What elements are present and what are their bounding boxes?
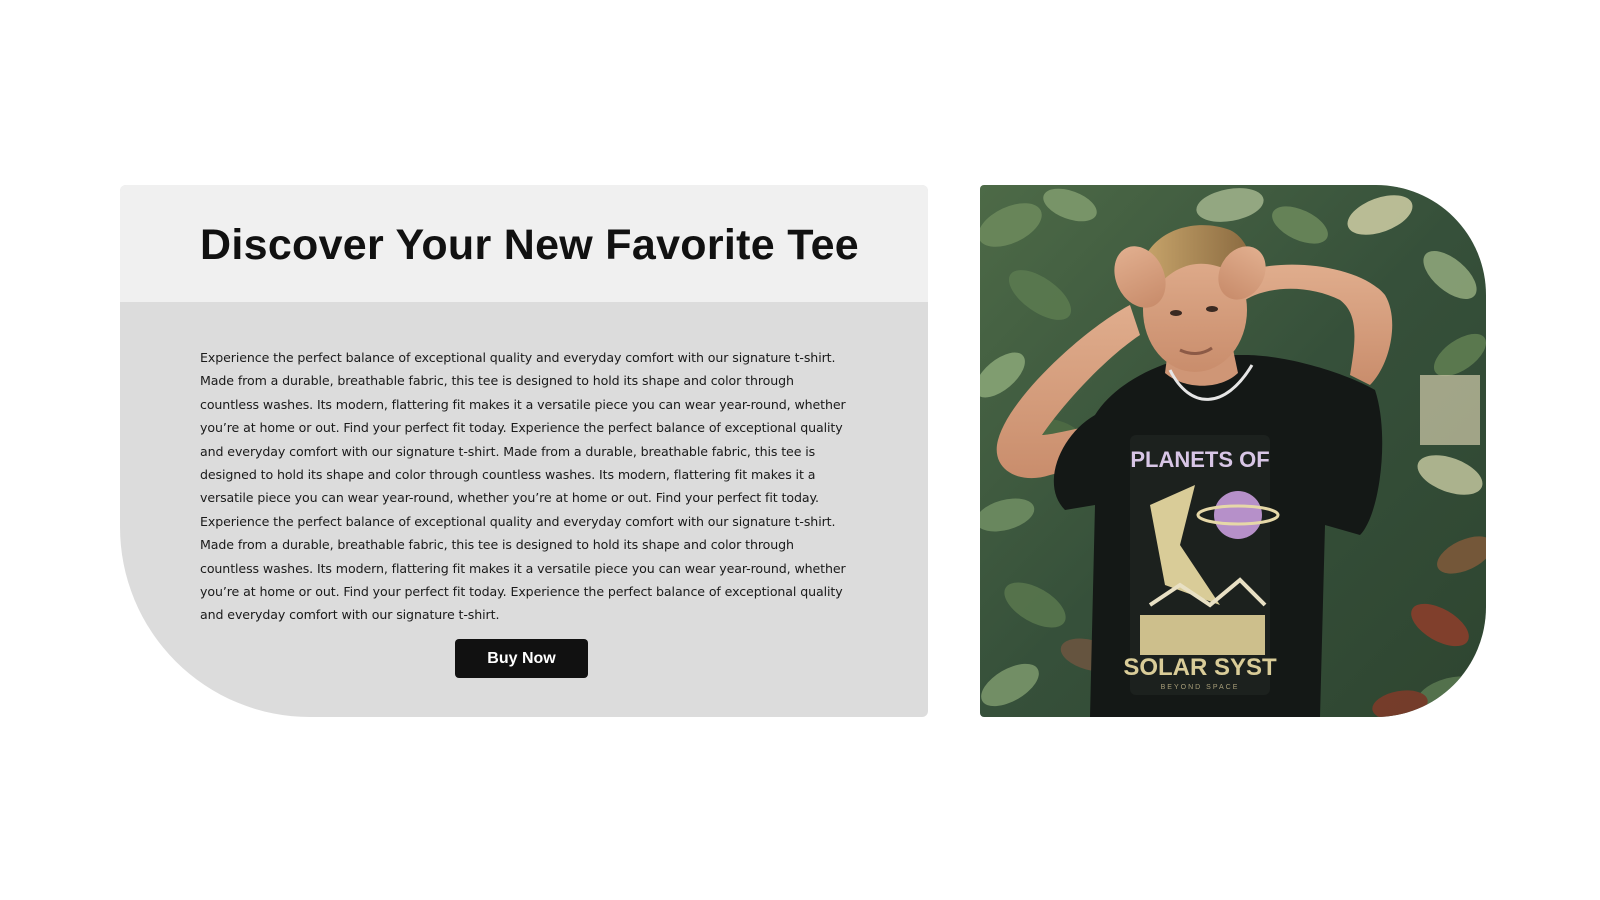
- shirt-graphic: PLANETS OF SOLAR SYST BEYOND SPACE: [1123, 435, 1280, 695]
- shirt-print-small-text: BEYOND SPACE: [1161, 684, 1240, 691]
- right-eye: [1206, 306, 1218, 312]
- buy-now-button[interactable]: Buy Now: [455, 639, 588, 678]
- page-title: Discover Your New Favorite Tee: [200, 221, 860, 269]
- left-eye: [1170, 310, 1182, 316]
- product-description: Experience the perfect balance of except…: [200, 350, 846, 623]
- product-photo: PLANETS OF SOLAR SYST BEYOND SPACE: [980, 185, 1486, 717]
- page: Discover Your New Favorite Tee Experienc…: [0, 0, 1600, 900]
- model-photo-illustration: PLANETS OF SOLAR SYST BEYOND SPACE: [980, 185, 1486, 717]
- card-header: Discover Your New Favorite Tee: [120, 185, 928, 302]
- shirt-print-bottom-text: SOLAR SYST: [1123, 654, 1277, 681]
- shirt-print-top-text: PLANETS OF: [1130, 447, 1269, 472]
- product-info-card: Discover Your New Favorite Tee Experienc…: [120, 185, 928, 717]
- card-body: Experience the perfect balance of except…: [120, 302, 928, 627]
